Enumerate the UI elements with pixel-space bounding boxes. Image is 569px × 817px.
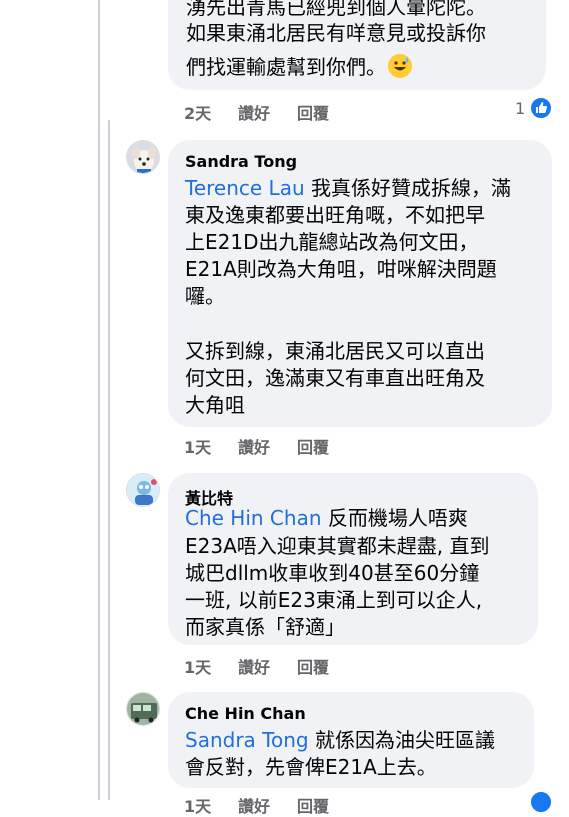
avatar[interactable] [126,140,160,174]
mention-link[interactable]: Terence Lau [185,176,305,200]
comment-text-line: 大角咀 [185,393,245,417]
mention-link[interactable]: Sandra Tong [185,728,309,752]
comment-text-line: Sandra Tong 就係因為油尖旺區議 [185,727,495,754]
thread-line-outer [98,0,100,800]
comment-text-span: 就係因為油尖旺區議 [308,728,495,752]
comment-text-span: 反而機場人唔爽 [321,506,468,530]
like-button[interactable]: 讚好 [238,793,270,817]
like-button[interactable]: 讚好 [238,100,270,124]
reply-button[interactable]: 回覆 [297,100,329,124]
comment-author[interactable]: Che Hin Chan [185,704,306,723]
comment-text-line: 又拆到線，東涌北居民又可以直出 [185,339,485,363]
comment-time: 2天 [184,104,212,123]
comment-text-line: 囉。 [185,284,225,308]
comment-text-line: E21A則改為大角咀，咁咪解決問題 [185,257,497,281]
comment-text-line: 城巴dllm收車收到40甚至60分鐘 [185,561,480,585]
comment-text-span: 我真係好贊成拆線，滿 [304,176,511,200]
reply-button[interactable]: 回覆 [297,793,329,817]
comment-text-line: 一班, 以前E23東涌上到可以企人, [185,588,483,612]
comment-text-line: 如果東涌北居民有咩意見或投訴你 [186,21,486,45]
comment-text-line: 而家真係「舒適」 [185,615,345,639]
comment-actions: 1天 讚好 回覆 [184,654,484,678]
mention-link[interactable]: Che Hin Chan [185,506,322,530]
like-button[interactable]: 讚好 [238,654,270,678]
like-reaction-icon [529,790,553,814]
avatar[interactable] [126,473,160,507]
comment-text-line: 們找運輸處幫到你們。 [186,54,412,81]
grinning-sweat-emoji-icon [388,54,412,78]
comment-actions: 1天 讚好 回覆 [184,434,484,458]
comment-actions: 1天 讚好 回覆 [184,793,484,817]
comment-text-span: 們找運輸處幫到你們。 [186,55,386,79]
comment-time: 1天 [184,797,212,816]
comment-text-line: 上E21D出九龍總站改為何文田， [185,230,479,254]
comment-text-line: 何文田，逸滿東又有車直出旺角及 [185,366,485,390]
avatar[interactable] [126,692,160,726]
reply-button[interactable]: 回覆 [297,654,329,678]
comment-text-line: 湧先出青馬已經兜到個人暈陀陀。 [186,0,486,19]
reaction-count[interactable]: 1 [515,99,525,118]
comment-time: 1天 [184,438,212,457]
comment-text-line: E23A唔入迎東其實都未趕盡, 直到 [185,534,490,558]
comment-text-line: Che Hin Chan 反而機場人唔爽 [185,505,468,532]
comment-text-line: 東及逸東都要出旺角嘅，不如把早 [185,203,485,227]
comment-text-line: 會反對，先會俾E21A上去。 [185,755,437,779]
thread-line-inner [108,120,110,800]
comment-author[interactable]: Sandra Tong [185,152,297,171]
reply-button[interactable]: 回覆 [297,434,329,458]
comment-actions: 2天 讚好 回覆 [184,100,484,124]
like-button[interactable]: 讚好 [238,434,270,458]
comment-text-line: Terence Lau 我真係好贊成拆線，滿 [185,175,511,202]
comment-time: 1天 [184,658,212,677]
like-reaction-icon [529,96,553,120]
